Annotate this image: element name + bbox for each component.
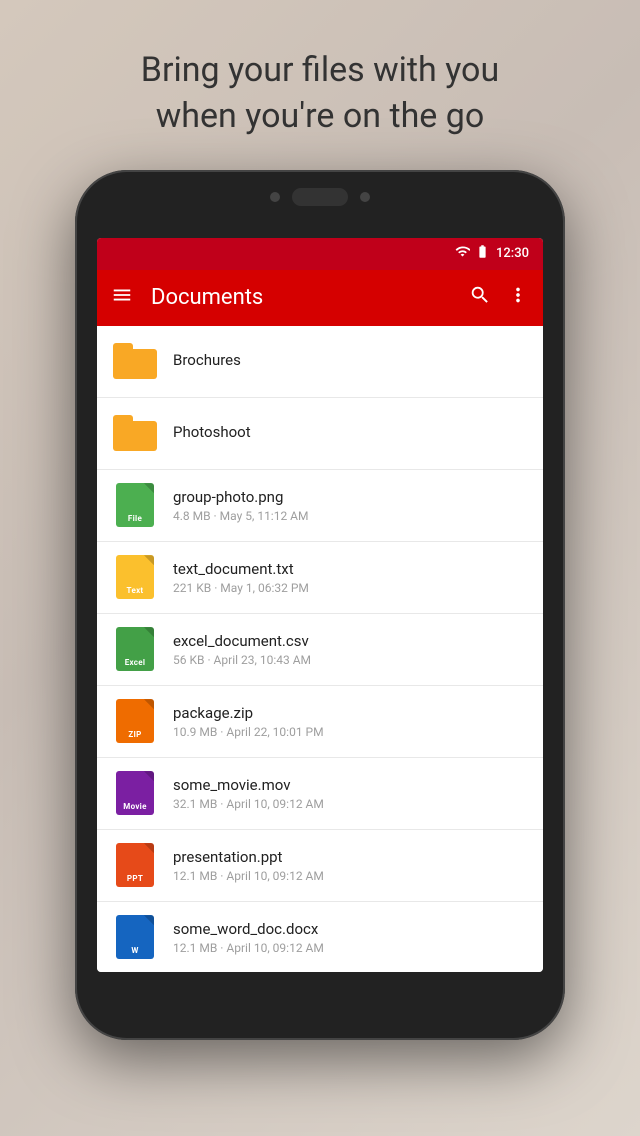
file-list: Brochures Photoshoot File group-photo.pn…	[97, 326, 543, 972]
file-meta: 12.1 MB · April 10, 09:12 AM	[173, 869, 527, 883]
list-item[interactable]: ZIP package.zip 10.9 MB · April 22, 10:0…	[97, 686, 543, 758]
phone-mockup: 12:30 Documents	[75, 170, 565, 1040]
file-name: group-photo.png	[173, 488, 527, 506]
file-icon-wrap: Excel	[113, 627, 157, 671]
file-icon-wrap	[113, 411, 157, 455]
file-icon-wrap: Movie	[113, 771, 157, 815]
list-item[interactable]: W some_word_doc.docx 12.1 MB · April 10,…	[97, 902, 543, 972]
hamburger-menu-button[interactable]	[111, 284, 133, 312]
list-item[interactable]: Text text_document.txt 221 KB · May 1, 0…	[97, 542, 543, 614]
file-name: Brochures	[173, 351, 527, 369]
file-info: excel_document.csv 56 KB · April 23, 10:…	[173, 632, 527, 667]
file-icon-wrap	[113, 339, 157, 383]
file-name: text_document.txt	[173, 560, 527, 578]
file-icon-wrap: ZIP	[113, 699, 157, 743]
phone-camera-area	[270, 188, 370, 206]
file-icon-wrap: W	[113, 915, 157, 959]
list-item[interactable]: Excel excel_document.csv 56 KB · April 2…	[97, 614, 543, 686]
phone-screen: 12:30 Documents	[97, 238, 543, 972]
file-info: Photoshoot	[173, 423, 527, 444]
file-name: Photoshoot	[173, 423, 527, 441]
more-options-button[interactable]	[507, 284, 529, 311]
file-meta: 32.1 MB · April 10, 09:12 AM	[173, 797, 527, 811]
hero-title: Bring your files with you when you're on…	[141, 48, 499, 140]
file-info: Brochures	[173, 351, 527, 372]
file-icon: ZIP	[116, 699, 154, 743]
file-info: group-photo.png 4.8 MB · May 5, 11:12 AM	[173, 488, 527, 523]
file-icon-wrap: File	[113, 483, 157, 527]
toolbar: Documents	[97, 270, 543, 326]
sensor-dot	[360, 192, 370, 202]
file-meta: 221 KB · May 1, 06:32 PM	[173, 581, 527, 595]
speaker-grill	[292, 188, 348, 206]
file-name: some_word_doc.docx	[173, 920, 527, 938]
file-name: excel_document.csv	[173, 632, 527, 650]
file-icon-wrap: PPT	[113, 843, 157, 887]
phone-shell: 12:30 Documents	[75, 170, 565, 1040]
file-name: some_movie.mov	[173, 776, 527, 794]
file-info: package.zip 10.9 MB · April 22, 10:01 PM	[173, 704, 527, 739]
file-meta: 12.1 MB · April 10, 09:12 AM	[173, 941, 527, 955]
file-info: text_document.txt 221 KB · May 1, 06:32 …	[173, 560, 527, 595]
wifi-icon	[455, 244, 470, 263]
folder-icon	[113, 415, 157, 451]
file-icon: Text	[116, 555, 154, 599]
file-name: presentation.ppt	[173, 848, 527, 866]
file-icon: Movie	[116, 771, 154, 815]
status-bar: 12:30	[97, 238, 543, 270]
battery-icon	[475, 244, 490, 263]
file-info: presentation.ppt 12.1 MB · April 10, 09:…	[173, 848, 527, 883]
list-item[interactable]: PPT presentation.ppt 12.1 MB · April 10,…	[97, 830, 543, 902]
toolbar-title: Documents	[151, 285, 469, 310]
file-icon: PPT	[116, 843, 154, 887]
toolbar-actions	[469, 284, 529, 311]
hero-section: Bring your files with you when you're on…	[81, 0, 559, 170]
file-icon-wrap: Text	[113, 555, 157, 599]
file-info: some_movie.mov 32.1 MB · April 10, 09:12…	[173, 776, 527, 811]
file-meta: 4.8 MB · May 5, 11:12 AM	[173, 509, 527, 523]
file-icon: W	[116, 915, 154, 959]
folder-icon	[113, 343, 157, 379]
list-item[interactable]: Movie some_movie.mov 32.1 MB · April 10,…	[97, 758, 543, 830]
status-time: 12:30	[496, 246, 529, 261]
file-icon: File	[116, 483, 154, 527]
list-item[interactable]: Brochures	[97, 326, 543, 398]
file-meta: 10.9 MB · April 22, 10:01 PM	[173, 725, 527, 739]
list-item[interactable]: Photoshoot	[97, 398, 543, 470]
file-name: package.zip	[173, 704, 527, 722]
list-item[interactable]: File group-photo.png 4.8 MB · May 5, 11:…	[97, 470, 543, 542]
file-info: some_word_doc.docx 12.1 MB · April 10, 0…	[173, 920, 527, 955]
file-icon: Excel	[116, 627, 154, 671]
search-button[interactable]	[469, 284, 491, 311]
status-icons	[455, 244, 490, 263]
file-meta: 56 KB · April 23, 10:43 AM	[173, 653, 527, 667]
camera-dot	[270, 192, 280, 202]
